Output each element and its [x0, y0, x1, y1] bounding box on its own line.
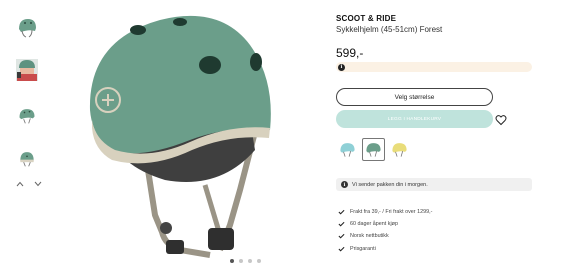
helmet-blue-icon — [340, 143, 355, 157]
info-icon: i — [341, 181, 348, 188]
usp-list: Frakt fra 39,- / Fri frakt over 1299,- 6… — [338, 206, 432, 255]
usp-item: Prisgaranti — [338, 243, 432, 255]
chevron-down-icon[interactable] — [32, 178, 44, 190]
thumbnail-helmet-side[interactable] — [12, 100, 42, 130]
swatch-forest[interactable] — [362, 138, 385, 161]
shipping-text: Vi sender pakken din i morgen. — [352, 181, 428, 188]
usp-item: 60 dager åpent kjøp — [338, 218, 432, 230]
helmet-thumbnail-image — [19, 19, 36, 38]
usp-text: Norsk nettbutikk — [350, 233, 389, 240]
carousel-dot[interactable] — [230, 259, 234, 263]
add-to-cart-button[interactable]: LEGG I HANDLEKURV — [336, 110, 493, 128]
checkmark-icon — [338, 245, 345, 252]
product-price: 599,- — [336, 46, 364, 60]
carousel-dot[interactable] — [239, 259, 243, 263]
usp-text: Prisgaranti — [350, 245, 376, 252]
helmet-yellow-icon — [392, 143, 407, 157]
carousel-dot[interactable] — [257, 259, 261, 263]
carousel-dots — [230, 259, 261, 263]
thumbnail-nav — [14, 178, 44, 190]
product-brand[interactable]: SCOOT & RIDE — [336, 14, 396, 23]
main-product-image[interactable] — [70, 0, 300, 264]
helmet-back-thumbnail-image — [20, 152, 34, 167]
usp-item: Frakt fra 39,- / Fri frakt over 1299,- — [338, 206, 432, 218]
stock-info-bar: i — [336, 62, 532, 72]
color-swatches — [336, 138, 411, 161]
child-photo-thumbnail-image — [16, 59, 38, 81]
usp-text: Frakt fra 39,- / Fri frakt over 1299,- — [350, 209, 433, 216]
usp-text: 60 dager åpent kjøp — [350, 221, 398, 228]
checkmark-icon — [338, 209, 345, 216]
helmet-illustration — [89, 15, 271, 258]
thumbnail-helmet-front[interactable] — [12, 12, 42, 42]
helmet-forest-icon — [366, 143, 381, 157]
thumbnail-helmet-back[interactable] — [12, 143, 42, 173]
swatch-yellow[interactable] — [388, 138, 411, 161]
shipping-notice: i Vi sender pakken din i morgen. — [336, 178, 532, 191]
checkmark-icon — [338, 233, 345, 240]
heart-icon[interactable] — [495, 113, 507, 126]
chevron-up-icon[interactable] — [14, 178, 26, 190]
swatch-blue[interactable] — [336, 138, 359, 161]
select-size-button[interactable]: Velg størrelse — [336, 88, 493, 106]
product-title: Sykkelhjelm (45-51cm) Forest — [336, 25, 443, 34]
usp-item: Norsk nettbutikk — [338, 230, 432, 242]
helmet-side-thumbnail-image — [19, 109, 35, 124]
thumbnail-child-wearing[interactable] — [12, 55, 42, 85]
carousel-dot[interactable] — [248, 259, 252, 263]
info-icon: i — [338, 63, 345, 71]
checkmark-icon — [338, 221, 345, 228]
